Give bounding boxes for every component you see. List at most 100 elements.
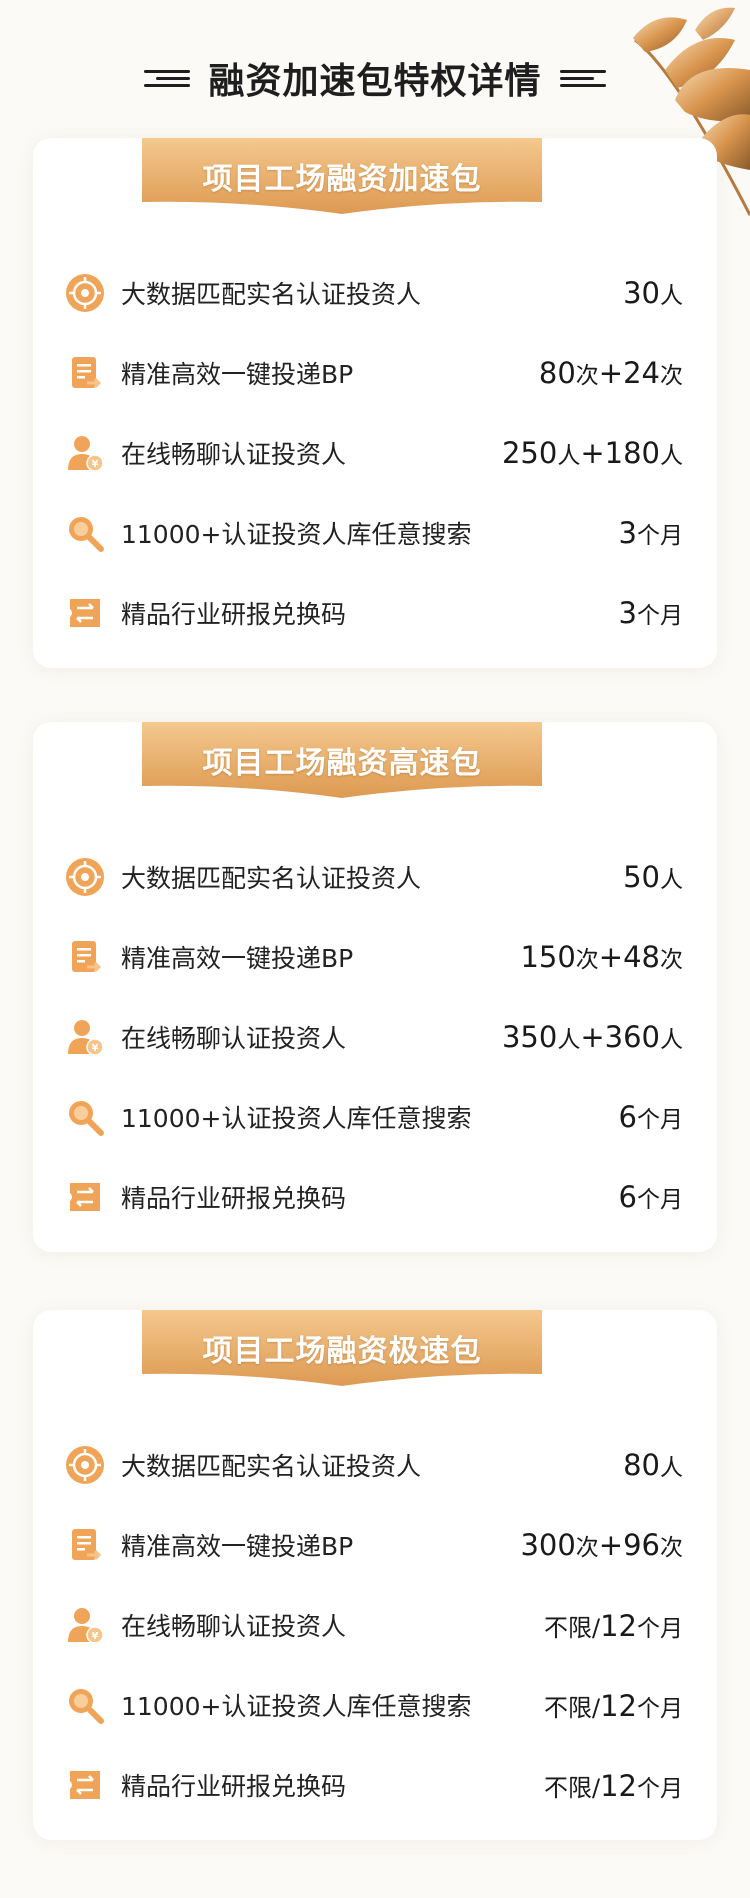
svg-text:¥: ¥ (92, 1043, 99, 1054)
privilege-value: 3个月 (619, 516, 683, 550)
value-unit: 个月 (637, 523, 683, 549)
value-unit: 人 (557, 1027, 581, 1053)
value-number: +180 (580, 436, 660, 470)
privilege-value: 150次+48次 (520, 940, 683, 974)
value-unit: 个月 (637, 1615, 683, 1642)
privilege-row: 精品行业研报兑换码 3个月 (33, 588, 717, 638)
privilege-label: 11000+认证投资人库任意搜索 (121, 1692, 472, 1721)
title-decoration-right (559, 69, 606, 87)
target-icon (65, 273, 105, 313)
privilege-value: 3个月 (619, 596, 683, 630)
privilege-label: 精准高效一键投递BP (121, 360, 354, 389)
value-number: 12 (600, 1688, 637, 1723)
target-icon (65, 1445, 105, 1485)
magnifier-icon (65, 1685, 105, 1725)
value-number: 6 (618, 1180, 637, 1214)
document-send-icon (65, 353, 105, 393)
value-text: 不限/ (544, 1613, 601, 1642)
value-unit: 人 (557, 443, 581, 469)
value-number: +360 (580, 1020, 660, 1054)
privilege-row: 11000+认证投资人库任意搜索 3个月 (33, 508, 717, 558)
target-icon (65, 857, 105, 897)
privilege-label: 精品行业研报兑换码 (121, 600, 347, 629)
privilege-value: 6个月 (619, 1180, 683, 1214)
privilege-label: 在线畅聊认证投资人 (121, 440, 347, 469)
document-send-icon (65, 1525, 105, 1565)
svg-text:¥: ¥ (92, 1631, 99, 1642)
value-unit: 人 (660, 283, 683, 309)
document-send-icon (65, 937, 105, 977)
value-number: 350 (501, 1020, 558, 1054)
value-number: +24 (598, 356, 660, 390)
value-unit: 个月 (637, 1775, 683, 1802)
value-text: 不限/ (544, 1693, 601, 1722)
value-unit: 次 (660, 947, 683, 973)
privilege-row: ¥ 在线畅聊认证投资人 350人+360人 (33, 1012, 717, 1062)
privilege-row: ¥ 在线畅聊认证投资人 250人+180人 (33, 428, 717, 478)
value-number: 80 (538, 356, 576, 390)
privilege-label: 大数据匹配实名认证投资人 (121, 864, 422, 893)
value-number: 80 (623, 1448, 660, 1482)
value-unit: 人 (660, 1455, 683, 1481)
privilege-label: 大数据匹配实名认证投资人 (121, 280, 422, 309)
package-title: 项目工场融资加速包 (202, 162, 482, 197)
package-title: 项目工场融资极速包 (202, 1334, 482, 1369)
value-text: 不限/ (544, 1773, 601, 1802)
value-unit: 次 (660, 363, 683, 389)
value-unit: 次 (575, 947, 599, 973)
investor-yen-icon: ¥ (65, 433, 105, 473)
privilege-value: 250人+180人 (502, 436, 683, 470)
value-unit: 人 (660, 867, 683, 893)
value-unit: 个月 (637, 1187, 683, 1213)
magnifier-icon (65, 1097, 105, 1137)
page-title-text: 融资加速包特权详情 (208, 60, 542, 102)
privilege-row: 精准高效一键投递BP 300次+96次 (33, 1520, 717, 1570)
privilege-row: 大数据匹配实名认证投资人 80人 (33, 1440, 717, 1490)
privilege-row: 大数据匹配实名认证投资人 30人 (33, 268, 717, 318)
privilege-label: 精准高效一键投递BP (121, 1532, 354, 1561)
privilege-label: 大数据匹配实名认证投资人 (121, 1452, 422, 1481)
investor-yen-icon: ¥ (65, 1605, 105, 1645)
value-number: 6 (618, 1100, 637, 1134)
privilege-label: 在线畅聊认证投资人 (121, 1024, 347, 1053)
value-number: 150 (520, 940, 576, 974)
privilege-row: 大数据匹配实名认证投资人 50人 (33, 852, 717, 902)
exchange-ticket-icon (65, 1765, 105, 1805)
privilege-row: 精品行业研报兑换码 不限/12个月 (33, 1760, 717, 1810)
exchange-ticket-icon (65, 1177, 105, 1217)
privilege-value: 50人 (623, 860, 683, 894)
value-number: 12 (600, 1608, 637, 1643)
privilege-row: 精品行业研报兑换码 6个月 (33, 1172, 717, 1222)
privilege-row: 11000+认证投资人库任意搜索 6个月 (33, 1092, 717, 1142)
value-number: 30 (623, 276, 660, 310)
value-number: 250 (501, 436, 558, 470)
privilege-label: 11000+认证投资人库任意搜索 (121, 1104, 472, 1133)
value-number: 3 (618, 516, 637, 550)
privilege-label: 精品行业研报兑换码 (121, 1772, 347, 1801)
privilege-value: 不限/12个月 (544, 1768, 683, 1803)
privilege-value: 30人 (623, 276, 683, 310)
package-ribbon: 项目工场融资高速包 (142, 722, 542, 798)
privilege-label: 精准高效一键投递BP (121, 944, 354, 973)
investor-yen-icon: ¥ (65, 1017, 105, 1057)
privilege-label: 在线畅聊认证投资人 (121, 1612, 347, 1641)
value-unit: 次 (575, 1535, 599, 1561)
privilege-value: 80次+24次 (539, 356, 683, 390)
value-number: 12 (600, 1768, 637, 1803)
value-unit: 人 (660, 1027, 683, 1053)
privilege-row: ¥ 在线畅聊认证投资人 不限/12个月 (33, 1600, 717, 1650)
privilege-value: 不限/12个月 (544, 1608, 683, 1643)
value-number: +96 (598, 1528, 660, 1562)
package-title: 项目工场融资高速包 (202, 746, 482, 781)
privilege-value: 不限/12个月 (544, 1688, 683, 1723)
privilege-value: 6个月 (619, 1100, 683, 1134)
value-unit: 个月 (637, 1107, 683, 1133)
exchange-ticket-icon (65, 593, 105, 633)
value-unit: 个月 (637, 1695, 683, 1722)
value-number: 50 (623, 860, 660, 894)
privilege-label: 11000+认证投资人库任意搜索 (121, 520, 472, 549)
value-unit: 次 (660, 1535, 683, 1561)
value-unit: 人 (660, 443, 683, 469)
privilege-row: 精准高效一键投递BP 150次+48次 (33, 932, 717, 982)
magnifier-icon (65, 513, 105, 553)
